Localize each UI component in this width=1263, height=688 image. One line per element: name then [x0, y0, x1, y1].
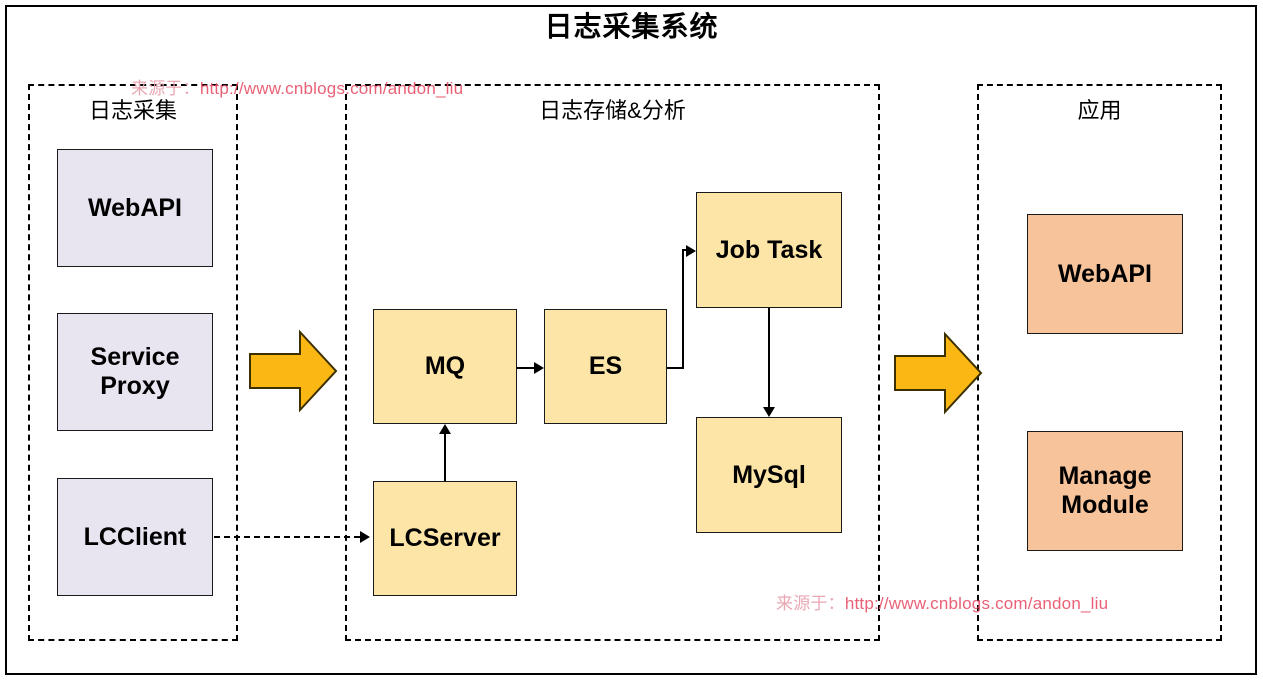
connector-lcserver-to-mq	[444, 434, 446, 481]
node-es[interactable]: ES	[544, 309, 667, 424]
watermark-bottom-url: http://www.cnblogs.com/andon_liu	[844, 594, 1109, 613]
watermark-bottom-prefix: 来源于：	[776, 594, 845, 613]
node-webapi-collect[interactable]: WebAPI	[57, 149, 213, 267]
arrowhead-mq-in	[439, 424, 451, 434]
node-mq[interactable]: MQ	[373, 309, 517, 424]
block-arrow-store-to-app	[894, 331, 983, 415]
node-service-proxy[interactable]: Service Proxy	[57, 313, 213, 431]
panel-store-label: 日志存储&分析	[539, 98, 686, 123]
node-lcclient[interactable]: LCClient	[57, 478, 213, 596]
node-job-task[interactable]: Job Task	[696, 192, 842, 308]
arrowhead-job-task-in	[686, 245, 696, 257]
arrowhead-mysql-in	[763, 407, 775, 417]
page-title: 日志采集系统	[544, 11, 719, 42]
connector-mq-to-es	[517, 367, 534, 369]
panel-app	[977, 84, 1222, 641]
watermark-bottom: 来源于：http://www.cnblogs.com/andon_liu	[776, 589, 1108, 614]
arrowhead-es-in	[534, 362, 544, 374]
connector-job-task-to-mysql	[768, 308, 770, 407]
watermark-top-url: http://www.cnblogs.com/andon_liu	[199, 79, 464, 98]
node-lcserver[interactable]: LCServer	[373, 481, 517, 596]
panel-collect-label: 日志采集	[88, 98, 177, 123]
diagram-canvas: 日志采集系统 日志采集 WebAPI Service Proxy LCClien…	[0, 0, 1263, 688]
panel-app-label: 应用	[1077, 98, 1122, 123]
node-mysql[interactable]: MySql	[696, 417, 842, 533]
watermark-top: 来源于：http://www.cnblogs.com/andon_liu	[131, 74, 463, 99]
watermark-top-prefix: 来源于：	[131, 79, 200, 98]
node-webapi-app[interactable]: WebAPI	[1027, 214, 1183, 334]
connector-es-to-job-v	[682, 250, 684, 369]
node-manage-module[interactable]: Manage Module	[1027, 431, 1183, 551]
arrowhead-lcserver-in	[360, 531, 370, 543]
block-arrow-collect-to-store	[249, 329, 338, 413]
connector-lcclient-to-lcserver	[214, 536, 360, 538]
